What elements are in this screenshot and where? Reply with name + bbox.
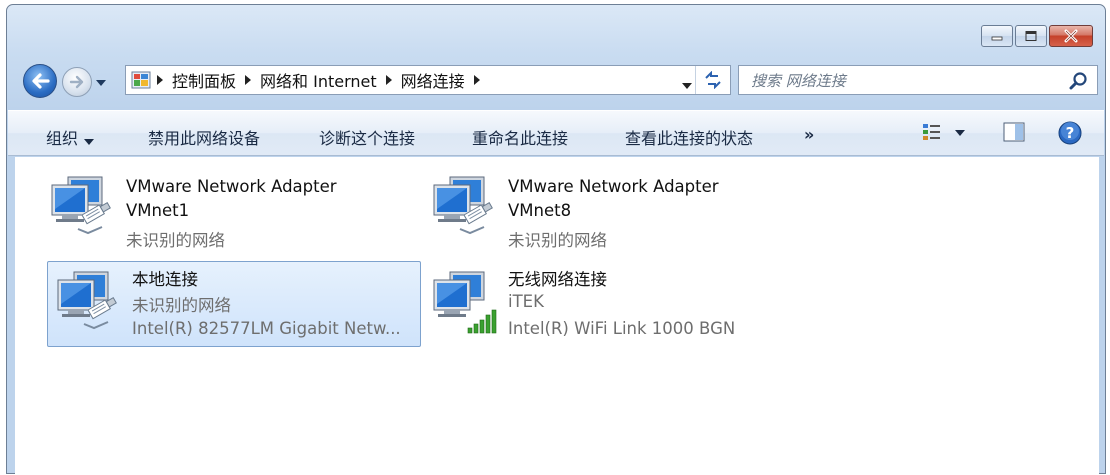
- breadcrumb-network-internet[interactable]: 网络和 Internet: [256, 68, 381, 92]
- arrow-right-icon: [69, 75, 84, 89]
- chevron-down-icon: [84, 130, 95, 149]
- rename-button[interactable]: 重命名此连接: [472, 125, 568, 149]
- organize-menu[interactable]: 组织: [46, 125, 95, 149]
- refresh-button[interactable]: [695, 66, 730, 94]
- preview-pane-icon: [1003, 122, 1025, 142]
- minimize-button[interactable]: [981, 25, 1013, 47]
- connection-wireless[interactable]: 无线网络连接 iTEK Intel(R) WiFi Link 1000 BGN: [423, 261, 797, 347]
- control-panel-icon: [131, 71, 151, 89]
- back-button[interactable]: [23, 64, 57, 98]
- minimize-icon: [991, 36, 1003, 41]
- help-icon: ?: [1058, 121, 1082, 145]
- connection-status: 未识别的网络: [508, 231, 607, 250]
- wireless-network-adapter-icon: [433, 271, 497, 334]
- organize-label: 组织: [46, 129, 79, 148]
- connection-device: Intel(R) WiFi Link 1000 BGN: [508, 319, 736, 338]
- change-view-button[interactable]: [922, 122, 966, 146]
- breadcrumb-network-connections[interactable]: 网络连接: [397, 68, 469, 92]
- breadcrumb-separator[interactable]: [469, 75, 485, 85]
- connections-view: VMware Network Adapter VMnet1 未识别的网络 VMw…: [15, 157, 1099, 475]
- connection-device: Intel(R) 82577LM Gigabit Netw...: [132, 319, 401, 338]
- connection-name-line2: VMnet8: [508, 201, 572, 220]
- svg-text:?: ?: [1066, 124, 1075, 142]
- breadcrumb-separator[interactable]: [240, 75, 256, 85]
- command-bar: 组织 禁用此网络设备 诊断这个连接 重命名此连接 查看此连接的状态 » ?: [8, 110, 1104, 156]
- wired-network-adapter-icon: [57, 271, 117, 330]
- explorer-window: 控制面板 网络和 Internet 网络连接 搜索 网络连接 组织 禁用此网络设…: [6, 4, 1106, 475]
- signal-strength-icon: [467, 309, 497, 334]
- maximize-icon: [1025, 31, 1037, 41]
- chevron-right-icon: [245, 75, 252, 85]
- refresh-icon: [705, 71, 721, 89]
- wired-network-adapter-icon: [433, 176, 493, 235]
- search-input[interactable]: [749, 70, 1063, 92]
- connection-vmnet8[interactable]: VMware Network Adapter VMnet8 未识别的网络: [423, 166, 797, 252]
- chevron-down-icon: [96, 80, 106, 86]
- chevron-right-icon: [385, 75, 392, 85]
- view-status-button[interactable]: 查看此连接的状态: [625, 125, 753, 149]
- arrow-left-icon: [32, 73, 50, 89]
- connection-status: 未识别的网络: [132, 296, 231, 315]
- chevron-down-icon: [682, 83, 692, 89]
- caption-buttons: [981, 25, 1093, 47]
- diagnose-button[interactable]: 诊断这个连接: [319, 125, 415, 149]
- search-box: [738, 65, 1098, 95]
- help-button[interactable]: ?: [1057, 120, 1083, 150]
- connection-name: 本地连接: [132, 270, 198, 289]
- connection-status: 未识别的网络: [126, 231, 225, 250]
- address-history-dropdown[interactable]: [682, 74, 692, 93]
- breadcrumb-separator[interactable]: [381, 75, 397, 85]
- recent-pages-dropdown[interactable]: [95, 78, 107, 88]
- address-bar[interactable]: 控制面板 网络和 Internet 网络连接: [125, 65, 731, 95]
- disable-device-button[interactable]: 禁用此网络设备: [148, 125, 260, 149]
- more-commands-button[interactable]: »: [804, 125, 814, 144]
- view-options-icon: [923, 124, 965, 140]
- maximize-button[interactable]: [1015, 25, 1047, 47]
- connection-vmnet1[interactable]: VMware Network Adapter VMnet1 未识别的网络: [41, 166, 415, 252]
- chevron-right-icon: [157, 75, 163, 85]
- connection-name: VMware Network Adapter: [508, 177, 719, 196]
- preview-pane-button[interactable]: [1003, 122, 1025, 146]
- connection-local-area[interactable]: 本地连接 未识别的网络 Intel(R) 82577LM Gigabit Net…: [47, 261, 421, 347]
- forward-button[interactable]: [62, 67, 92, 97]
- chevron-right-icon: [473, 75, 480, 85]
- breadcrumb-separator[interactable]: [152, 75, 168, 85]
- connection-name: VMware Network Adapter: [126, 177, 337, 196]
- close-button[interactable]: [1049, 25, 1093, 47]
- connection-status: iTEK: [508, 292, 544, 311]
- connection-name-line2: VMnet1: [126, 201, 190, 220]
- search-icon[interactable]: [1069, 71, 1089, 91]
- connection-name: 无线网络连接: [508, 270, 607, 289]
- close-icon: [1064, 29, 1078, 43]
- breadcrumb-control-panel[interactable]: 控制面板: [168, 68, 240, 92]
- wired-network-adapter-icon: [51, 176, 111, 235]
